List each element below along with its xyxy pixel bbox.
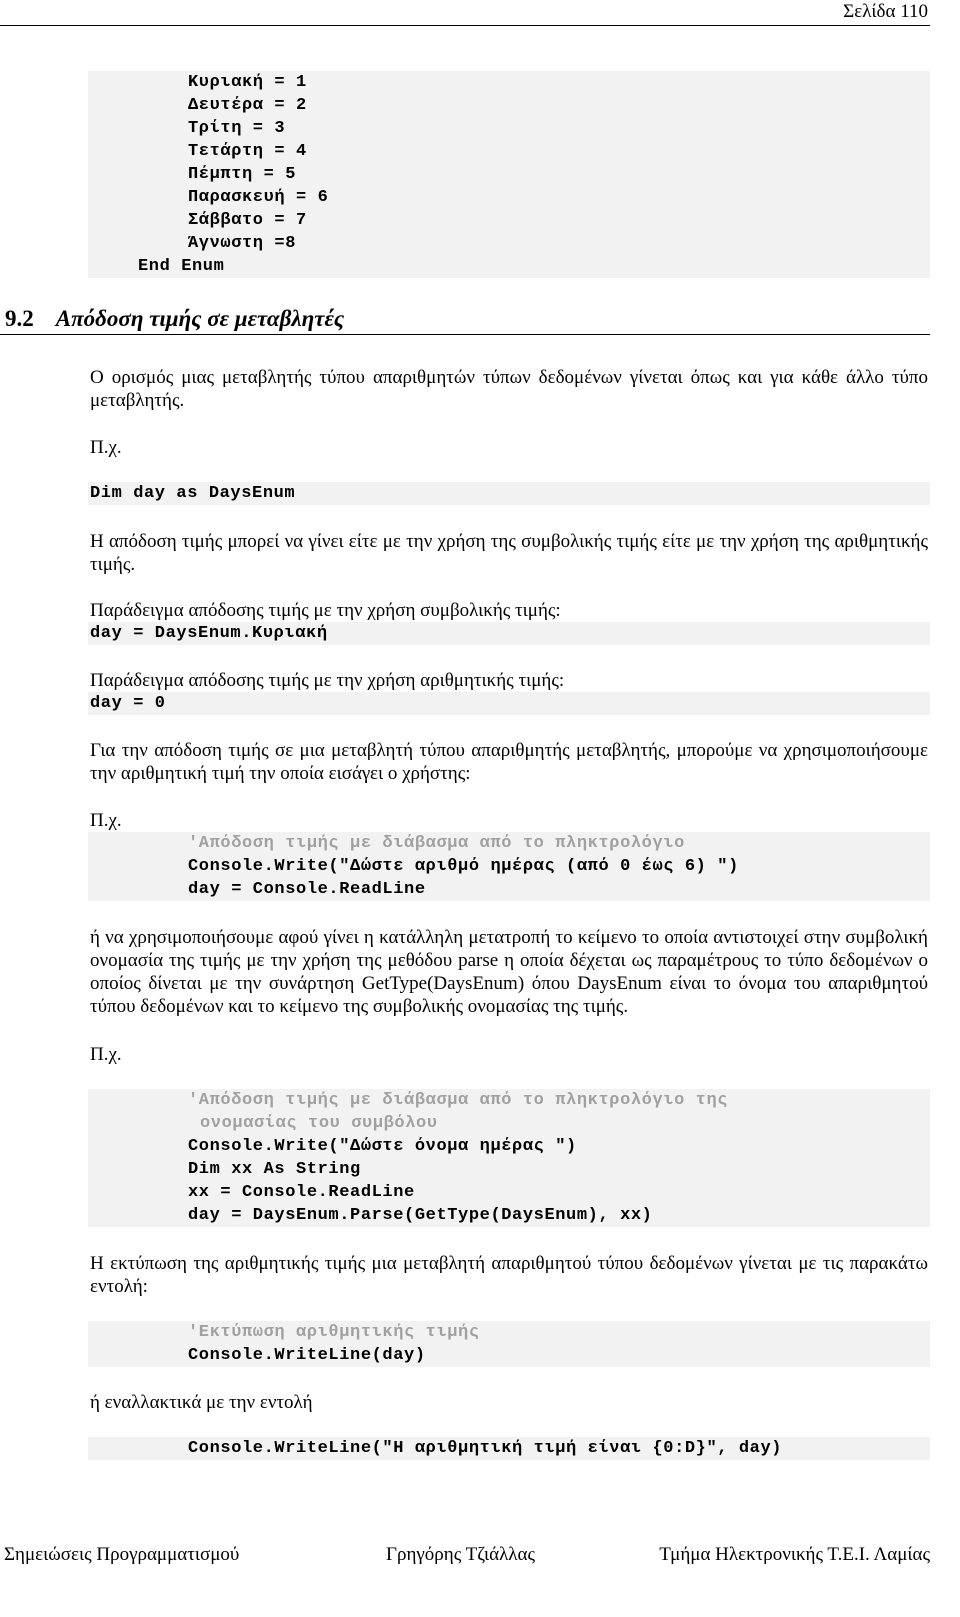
code-line: Console.WriteLine("Η αριθμητική τιμή είν…: [188, 1439, 783, 1458]
code-line: xx = Console.ReadLine: [188, 1183, 415, 1202]
code-block-numeric: day = 0: [88, 692, 930, 715]
code-comment: ονομασίας του συμβόλου: [200, 1114, 438, 1133]
code-block-enum: Κυριακή = 1 Δευτέρα = 2 Τρίτη = 3 Τετάρτ…: [88, 71, 930, 278]
code-comment: 'Απόδοση τιμής με διάβασμα από το πληκτρ…: [188, 1091, 729, 1110]
code-line: Τρίτη = 3: [188, 119, 286, 138]
paragraph: Για την απόδοση τιμής σε μια μεταβλητή τ…: [90, 740, 928, 784]
code-line: Άγνωστη =8: [188, 234, 297, 253]
code-line: Παρασκευή = 6: [188, 188, 329, 207]
code-line: Console.WriteLine(day): [188, 1346, 426, 1365]
paragraph: ή να χρησιμοποιήσουμε αφού γίνει η κατάλ…: [90, 927, 928, 1017]
page-number: Σελίδα 110: [843, 1, 928, 22]
code-block-parse: 'Απόδοση τιμής με διάβασμα από το πληκτρ…: [88, 1089, 930, 1227]
section-heading: 9.2 Απόδοση τιμής σε μεταβλητές: [5, 305, 344, 333]
code-line: day = DaysEnum.Κυριακή: [90, 624, 328, 643]
footer-left: Σημειώσεις Προγραμματισμού: [4, 1544, 240, 1565]
section-divider: [0, 334, 930, 335]
code-block-symbolic: day = DaysEnum.Κυριακή: [88, 622, 930, 645]
code-line: Σάββατο = 7: [188, 211, 307, 230]
code-line: Πέμπτη = 5: [188, 165, 297, 184]
code-line: day = Console.ReadLine: [188, 880, 426, 899]
paragraph: Ο ορισμός μιας μεταβλητής τύπου απαριθμη…: [90, 367, 928, 411]
code-block-dim: Dim day as DaysEnum: [88, 482, 930, 505]
code-line: Console.Write("Δώστε αριθμό ημέρας (από …: [188, 857, 739, 876]
footer-center: Γρηγόρης Τζιάλλας: [386, 1544, 535, 1565]
code-line: Dim xx As String: [188, 1160, 361, 1179]
code-line: End Enum: [138, 257, 225, 276]
section-number: 9.2: [5, 306, 34, 331]
section-title: Απόδοση τιμής σε μεταβλητές: [55, 306, 345, 331]
code-line: day = 0: [90, 694, 166, 713]
example-label: Π.χ.: [90, 437, 122, 458]
code-block-print: 'Εκτύπωση αριθμητικής τιμής Console.Writ…: [88, 1321, 930, 1367]
code-block-print2: Console.WriteLine("Η αριθμητική τιμή είν…: [88, 1437, 930, 1460]
code-line: Δευτέρα = 2: [188, 96, 307, 115]
code-line: Κυριακή = 1: [188, 73, 307, 92]
code-comment: 'Εκτύπωση αριθμητικής τιμής: [188, 1323, 480, 1342]
paragraph: Παράδειγμα απόδοσης τιμής με την χρήση α…: [90, 670, 565, 691]
code-line: day = DaysEnum.Parse(GetType(DaysEnum), …: [188, 1206, 653, 1225]
paragraph: ή εναλλακτικά με την εντολή: [90, 1392, 313, 1413]
code-line: Τετάρτη = 4: [188, 142, 307, 161]
code-block-read: 'Απόδοση τιμής με διάβασμα από το πληκτρ…: [88, 832, 930, 901]
code-line: Console.Write("Δώστε όνομα ημέρας "): [188, 1137, 577, 1156]
paragraph: Η απόδοση τιμής μπορεί να γίνει είτε με …: [90, 531, 928, 575]
footer-right: Τμήμα Ηλεκτρονικής Τ.Ε.Ι. Λαμίας: [659, 1544, 930, 1565]
code-comment: 'Απόδοση τιμής με διάβασμα από το πληκτρ…: [188, 834, 685, 853]
header-divider: [0, 25, 930, 26]
paragraph: Η εκτύπωση της αριθμητικής τιμής μια μετ…: [90, 1253, 928, 1297]
example-label: Π.χ.: [90, 1044, 122, 1065]
code-line: Dim day as DaysEnum: [90, 484, 296, 503]
paragraph: Παράδειγμα απόδοσης τιμής με την χρήση σ…: [90, 600, 561, 621]
example-label: Π.χ.: [90, 810, 122, 831]
